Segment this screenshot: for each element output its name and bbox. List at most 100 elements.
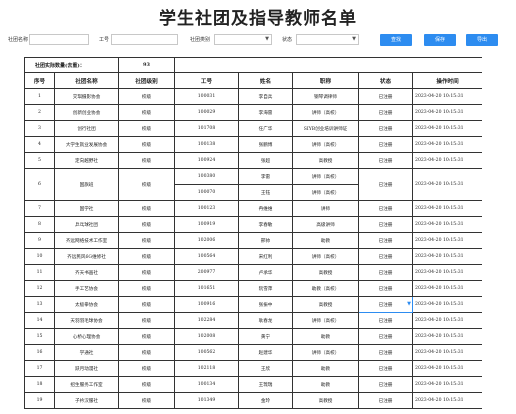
cell-club-name: 齐天书画社 xyxy=(53,264,120,281)
status-label: 状态 xyxy=(282,37,293,43)
table-row[interactable]: 2 创新创业协会 校级 100029 李海雷 讲师（高校） 已注册 2023-04-20 10… xyxy=(24,104,482,121)
cell-staff-no: 100564 xyxy=(174,248,240,265)
header-club-name[interactable]: 社团名称 xyxy=(53,72,120,89)
cell-time: 2023-04-20 10:15:31 xyxy=(412,312,482,329)
table-row[interactable]: 6 国旗班 校级 100380 李雷 讲师（高校） 已注册 2023-04-20 10:15:… xyxy=(24,168,482,201)
cell-title: 讲师（高校） xyxy=(292,168,360,185)
table-row[interactable]: 15 心桥心理协会 校级 102008 黄宁 助教 已注册 2023-04-20 10:15:… xyxy=(24,328,482,345)
query-button[interactable]: 查找 xyxy=(380,34,412,46)
cell-status[interactable]: 已注册 xyxy=(358,152,414,169)
cell-status[interactable]: 已注册 xyxy=(358,392,414,409)
cell-time: 2023-04-20 10:15:31 xyxy=(412,344,482,361)
table-row[interactable]: 10 齐远民风6G维修社 校级 100564 宋红利 讲师（高校） 已注册 2023-04-2… xyxy=(24,248,482,265)
table-row[interactable]: 11 齐天书画社 校级 200977 卢承华 高教授 已注册 2023-04-20 10:15… xyxy=(24,264,482,281)
table-row[interactable]: 5 定向越野社 校级 100924 张超 高教授 已注册 2023-04-20 10:15:3… xyxy=(24,152,482,169)
cell-club-level: 校级 xyxy=(118,392,176,409)
header-club-level[interactable]: 社团级别 xyxy=(118,72,176,89)
chevron-down-icon[interactable]: ▼ xyxy=(407,301,411,307)
cell-title: 高教授 xyxy=(292,264,360,281)
cell-status[interactable]: 已注册 xyxy=(358,376,414,393)
table-row[interactable]: 1 交琪摄影协会 校级 100031 李自兵 钢琴调律师 已注册 2023-04-20 10:… xyxy=(24,88,482,105)
cell-status[interactable]: 已注册 xyxy=(358,216,414,233)
cell-staff-no: 100380 xyxy=(174,168,240,185)
cell-status[interactable]: 已注册 xyxy=(358,232,414,249)
cell-staff-no: 100029 xyxy=(174,104,240,121)
cell-time: 2023-04-20 10:15:31 xyxy=(412,152,482,169)
header-staff-no[interactable]: 工号 xyxy=(174,72,240,89)
cell-status[interactable]: 已注册 xyxy=(358,360,414,377)
status-select[interactable]: ▼ xyxy=(296,34,359,45)
club-name-input[interactable] xyxy=(29,34,89,45)
cell-time: 2023-04-20 10:15:31 xyxy=(412,328,482,345)
table-row[interactable]: 14 天羽羽毛球协会 校级 102284 耿春龙 讲师（高校） 已注册 2023-04-20 … xyxy=(24,312,482,329)
cell-club-name: 大学生就业发展协会 xyxy=(53,136,120,153)
cell-time: 2023-04-20 10:15:31 xyxy=(412,200,482,217)
club-name-label: 社团名称 xyxy=(8,37,29,43)
category-select[interactable]: ▼ xyxy=(214,34,272,45)
cell-status[interactable]: 已注册 xyxy=(358,344,414,361)
cell-staff-no: 100031 xyxy=(174,88,240,105)
cell-name: 王欣 xyxy=(238,360,294,377)
status-value: 已注册 xyxy=(378,334,393,340)
save-button[interactable]: 保存 xyxy=(424,34,456,46)
cell-club-name: 创行社团 xyxy=(53,120,120,137)
cell-time: 2023-04-20 10:15:31 xyxy=(412,136,482,153)
table-row[interactable]: 18 招生服务工作室 校级 100134 王琉瑞 助教 已注册 2023-04-20 10:1… xyxy=(24,376,482,393)
table-row[interactable]: 9 齐远网络技术工作室 校级 102006 邢帅 助教 已注册 2023-04-20 10:1… xyxy=(24,232,482,249)
cell-club-name: 乒乓球社团 xyxy=(53,216,120,233)
cell-status[interactable]: 已注册 xyxy=(358,88,414,105)
cell-status[interactable]: 已注册 xyxy=(358,248,414,265)
cell-club-name: 跃月动漫社 xyxy=(53,360,120,377)
cell-title: 讲师（高校） xyxy=(292,136,360,153)
summary-count: 93 xyxy=(118,57,176,73)
cell-status[interactable]: 已注册 xyxy=(358,264,414,281)
cell-club-name: 招生服务工作室 xyxy=(53,376,120,393)
cell-no: 6 xyxy=(24,168,55,201)
summary-label: 社团实际数量(去重)： xyxy=(24,57,120,73)
table-row[interactable]: 8 乒乓球社团 校级 100919 李春敏 高级讲师 已注册 2023-04-20 10:15… xyxy=(24,216,482,233)
cell-no: 2 xyxy=(24,104,55,121)
header-time[interactable]: 操作时间 xyxy=(412,72,482,89)
cell-name: 宋红利 xyxy=(238,248,294,265)
cell-title: SIYB创业培训讲师证 xyxy=(292,120,360,137)
table-row[interactable]: 7 国学社 校级 100123 冉维维 讲师 已注册 2023-04-20 10:15:31 xyxy=(24,200,482,217)
table-header-row: 序号 社团名称 社团级别 工号 姓名 职称 状态 操作时间 xyxy=(24,72,482,89)
cell-staff-no: 100924 xyxy=(174,152,240,169)
cell-no: 19 xyxy=(24,392,55,409)
cell-title: 高教授 xyxy=(292,152,360,169)
table-row[interactable]: 4 大学生就业发展协会 校级 100138 张鹏博 讲师（高校） 已注册 2023-04-20… xyxy=(24,136,482,153)
cell-status[interactable]: 已注册 ▼ xyxy=(358,296,414,313)
table-row[interactable]: 16 学通社 校级 100562 赵建华 讲师（高校） 已注册 2023-04-20 10:1… xyxy=(24,344,482,361)
header-status[interactable]: 状态 xyxy=(358,72,414,89)
table-row[interactable]: 19 子衿汉服社 校级 101349 金玲 高教授 已注册 2023-04-20 10:15:… xyxy=(24,392,482,409)
header-no[interactable]: 序号 xyxy=(24,72,55,89)
cell-status[interactable]: 已注册 xyxy=(358,136,414,153)
chevron-down-icon: ▼ xyxy=(265,36,269,42)
header-name[interactable]: 姓名 xyxy=(238,72,294,89)
summary-filler xyxy=(174,57,482,73)
cell-status[interactable]: 已注册 xyxy=(358,168,414,201)
cell-time: 2023-04-20 10:15:31 xyxy=(412,104,482,121)
cell-no: 5 xyxy=(24,152,55,169)
cell-title: 高教授 xyxy=(292,296,360,313)
cell-status[interactable]: 已注册 xyxy=(358,104,414,121)
cell-status[interactable]: 已注册 xyxy=(358,312,414,329)
cell-status[interactable]: 已注册 xyxy=(358,280,414,297)
cell-time: 2023-04-20 10:15:31 xyxy=(412,120,482,137)
cell-name: 黄宁 xyxy=(238,328,294,345)
cell-status[interactable]: 已注册 xyxy=(358,200,414,217)
cell-status[interactable]: 已注册 xyxy=(358,120,414,137)
table-row[interactable]: 12 手工艺协会 校级 101651 阮雪萍 助教（高校） 已注册 2023-04-20 10… xyxy=(24,280,482,297)
cell-club-level: 校级 xyxy=(118,216,176,233)
cell-time: 2023-04-20 10:15:31 xyxy=(412,168,482,201)
staff-no-input[interactable] xyxy=(111,34,178,45)
header-title[interactable]: 职称 xyxy=(292,72,360,89)
export-button[interactable]: 导出 xyxy=(466,34,498,46)
cell-status[interactable]: 已注册 xyxy=(358,328,414,345)
table-row[interactable]: 17 跃月动漫社 校级 102118 王欣 助教 已注册 2023-04-20 10:15:3… xyxy=(24,360,482,377)
cell-time: 2023-04-20 10:15:31 xyxy=(412,392,482,409)
status-value: 已注册 xyxy=(378,366,393,372)
table-row[interactable]: 3 创行社团 校级 101708 任广华 SIYB创业培训讲师证 已注册 2023-04-20… xyxy=(24,120,482,137)
table-row[interactable]: 13 太极拳协会 校级 100916 张振中 高教授 已注册 ▼ 2023-04-20 10:1… xyxy=(24,296,482,313)
cell-name: 卢承华 xyxy=(238,264,294,281)
